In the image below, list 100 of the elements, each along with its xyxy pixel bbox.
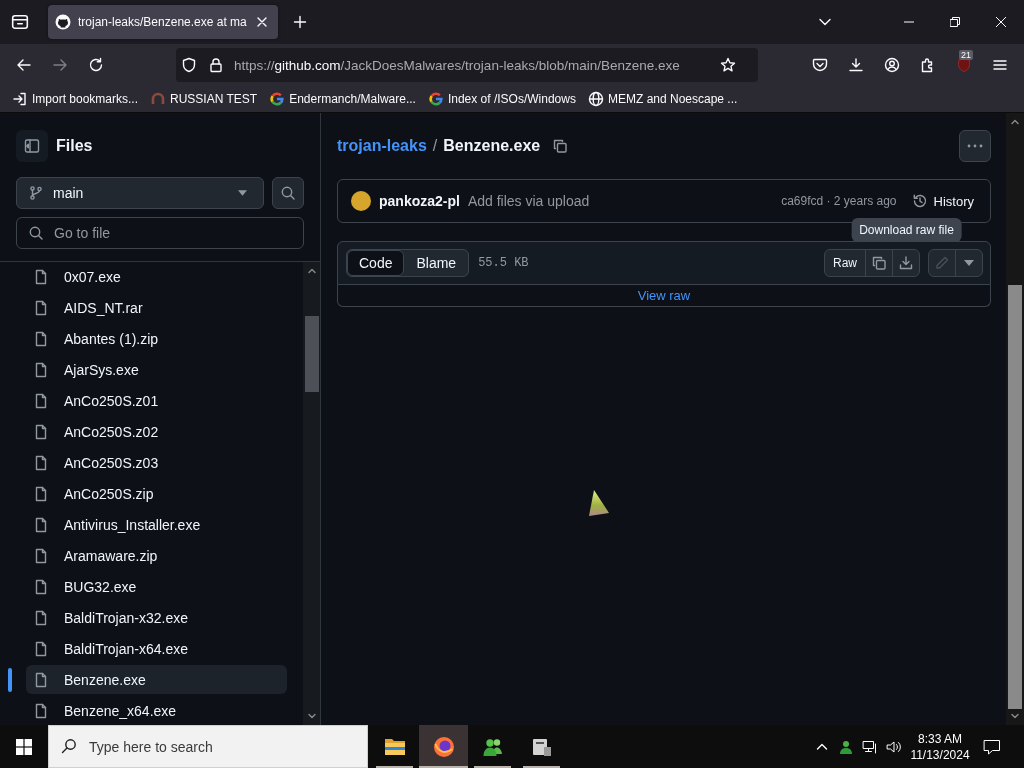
file-icon	[33, 361, 49, 378]
view-raw-link[interactable]: View raw	[637, 288, 691, 303]
search-button[interactable]	[272, 177, 304, 209]
copy-icon[interactable]	[552, 138, 569, 154]
branch-select[interactable]: main	[16, 177, 264, 209]
download-icon	[898, 255, 914, 271]
file-item[interactable]: Abantes (1).zip	[26, 324, 287, 353]
bookmark-link[interactable]: RUSSIAN TEST	[146, 91, 262, 107]
bookmark-link[interactable]: Endermanch/Malware...	[265, 91, 420, 107]
file-item[interactable]: 0x07.exe	[26, 262, 287, 291]
file-icon	[33, 547, 49, 564]
file-icon	[33, 578, 49, 595]
file-item[interactable]: AIDS_NT.rar	[26, 293, 287, 322]
file-item[interactable]: AnCo250S.z02	[26, 417, 287, 446]
bookmark-link[interactable]: Import bookmarks...	[8, 91, 143, 107]
scroll-down-icon[interactable]	[1010, 711, 1020, 721]
repo-link[interactable]: trojan-leaks	[337, 137, 427, 155]
dropdown-button[interactable]	[955, 249, 983, 277]
file-item[interactable]: Antivirus_Installer.exe	[26, 510, 287, 539]
file-icon	[33, 671, 49, 688]
sidebar-title: Files	[56, 137, 93, 155]
file-icon	[33, 454, 49, 471]
lock-icon[interactable]	[208, 57, 224, 73]
file-item[interactable]: BaldiTrojan-x64.exe	[26, 634, 287, 663]
caret-down-icon	[238, 190, 247, 196]
monitor-icon[interactable]	[862, 738, 878, 755]
file-item[interactable]: AnCo250S.z01	[26, 386, 287, 415]
caret-down-icon	[964, 258, 974, 268]
url-field[interactable]: https://github.com/JackDoesMalwares/trojan-leaks/blob/main/Benzene.exe	[176, 48, 758, 82]
taskbar-search-field[interactable]: Type here to search	[48, 725, 368, 768]
history-icon	[911, 193, 928, 209]
copy-button[interactable]	[865, 249, 893, 277]
scrollbar[interactable]	[1006, 113, 1024, 725]
file-item[interactable]: Benzene.exe	[26, 665, 287, 694]
browser-tab[interactable]: trojan-leaks/Benzene.exe at ma	[48, 5, 278, 39]
scrollbar-thumb[interactable]	[304, 316, 319, 392]
file-icon	[33, 330, 49, 347]
commit-info: ca69fcd · 2 years ago	[781, 194, 897, 208]
scrollbar-thumb[interactable]	[1008, 285, 1022, 709]
file-search-field[interactable]: Go to file	[16, 217, 304, 249]
file-name: Benzene.exe	[443, 137, 541, 155]
pencil-icon	[934, 255, 950, 271]
commit-message[interactable]: Add files via upload	[467, 193, 590, 209]
file-icon	[33, 702, 49, 719]
person-icon[interactable]	[838, 738, 854, 755]
copy-icon	[871, 255, 887, 271]
search-icon	[61, 738, 77, 754]
four-squares-icon	[16, 738, 32, 755]
menu-icon[interactable]	[992, 57, 1008, 73]
file-item[interactable]: AnCo250S.z03	[26, 448, 287, 477]
file-icon	[33, 392, 49, 409]
view-tab[interactable]: Code	[347, 250, 405, 276]
view-tab[interactable]: Blame	[404, 250, 469, 276]
raw-button[interactable]: Raw	[824, 249, 866, 277]
arc-icon	[150, 91, 167, 107]
scroll-up-icon[interactable]	[1010, 117, 1020, 127]
clock-time[interactable]: 8:33 AM	[918, 730, 962, 747]
restore-icon[interactable]	[950, 17, 960, 27]
commit-author[interactable]: pankoza2-pl	[379, 193, 460, 209]
history-button[interactable]: History	[911, 193, 974, 209]
plus-icon[interactable]	[291, 14, 308, 30]
shield-icon[interactable]	[956, 57, 972, 73]
search-icon	[280, 185, 296, 201]
avatar	[351, 191, 371, 211]
file-icon	[33, 640, 49, 657]
pocket-icon[interactable]	[812, 57, 828, 73]
g-logo-icon	[427, 91, 444, 107]
file-icon	[33, 516, 49, 533]
tab-overview-icon[interactable]	[11, 13, 29, 31]
file-item[interactable]: Benzene_x64.exe	[26, 696, 287, 725]
file-item[interactable]: AjarSys.exe	[26, 355, 287, 384]
reload-icon[interactable]	[88, 57, 104, 73]
shield-icon[interactable]	[181, 57, 197, 73]
account-icon[interactable]	[884, 57, 900, 73]
path-separator: /	[432, 137, 438, 155]
scroll-down-icon[interactable]	[306, 711, 317, 721]
file-icon	[33, 609, 49, 626]
scroll-up-icon[interactable]	[306, 266, 317, 276]
download-button[interactable]	[892, 249, 920, 277]
panel-icon	[24, 138, 40, 154]
scrollbar[interactable]	[303, 262, 320, 725]
file-item[interactable]: BaldiTrojan-x32.exe	[26, 603, 287, 632]
triangle-icon	[589, 490, 609, 516]
close-icon[interactable]	[996, 17, 1006, 27]
file-icon	[33, 423, 49, 440]
file-icon	[33, 268, 49, 285]
file-item[interactable]: AnCo250S.zip	[26, 479, 287, 508]
speech-bubble-icon[interactable]	[983, 737, 1001, 756]
file-item[interactable]: BUG32.exe	[26, 572, 287, 601]
clock-date[interactable]: 11/13/2024	[910, 746, 970, 763]
file-item[interactable]: Aramaware.zip	[26, 541, 287, 570]
sidebar-toggle-button[interactable]	[16, 130, 48, 162]
bookmark-link[interactable]: Index of /ISOs/Windows	[423, 91, 580, 107]
g-logo-icon	[269, 91, 286, 107]
taskbar-app[interactable]	[419, 725, 468, 768]
star-icon[interactable]	[720, 57, 736, 73]
search-icon	[28, 225, 44, 241]
back-arrow-icon[interactable]	[16, 57, 32, 73]
bookmark-link[interactable]: MEMZ and Noescape ...	[583, 91, 742, 107]
download-icon[interactable]	[848, 57, 864, 73]
